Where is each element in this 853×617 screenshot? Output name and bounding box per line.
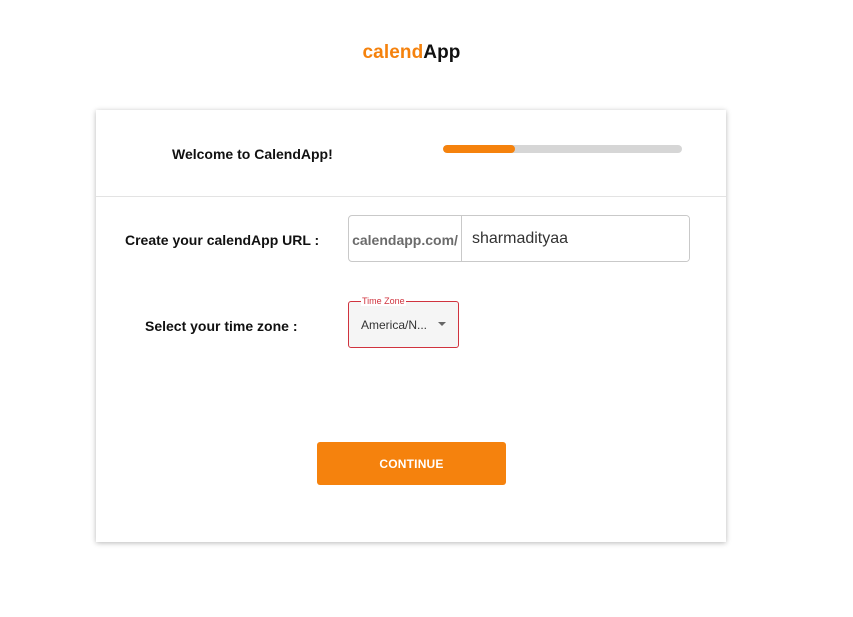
url-input[interactable] [462,216,689,261]
dropdown-caret-icon [438,322,446,326]
progress-bar [443,145,682,153]
welcome-title: Welcome to CalendApp! [172,146,333,162]
timezone-label: Select your time zone : [145,318,298,334]
progress-bar-fill [443,145,515,153]
brand-logo-part2: App [423,42,461,63]
timezone-select[interactable]: Time Zone America/N... [348,296,459,348]
onboarding-card: Welcome to CalendApp! Create your calend… [96,110,726,542]
brand-logo-part1: calend [362,42,424,63]
timezone-value: America/N... [361,318,428,332]
url-prefix: calendapp.com/ [349,216,462,261]
continue-button[interactable]: CONTINUE [317,442,506,485]
timezone-field-label: Time Zone [361,296,406,306]
card-header: Welcome to CalendApp! [96,110,726,197]
brand-logo: calendApp [0,42,823,64]
url-label: Create your calendApp URL : [125,232,320,248]
url-input-group: calendapp.com/ [348,215,690,262]
